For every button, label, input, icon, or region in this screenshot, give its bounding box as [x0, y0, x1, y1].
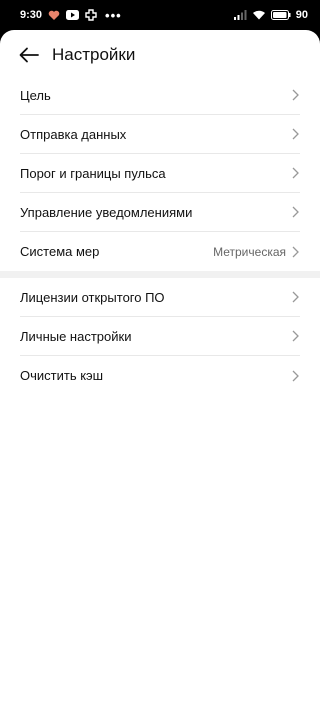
setting-label: Система мер: [20, 244, 100, 259]
chevron-right-icon: [290, 246, 300, 258]
status-left: 9:30 •••: [20, 8, 122, 23]
chevron-right-icon: [290, 128, 300, 140]
setting-label: Очистить кэш: [20, 368, 104, 383]
setting-row-clear-cache[interactable]: Очистить кэш: [20, 356, 300, 395]
status-time: 9:30: [20, 9, 43, 21]
game-icon: [85, 9, 97, 21]
setting-label: Цель: [20, 87, 51, 103]
setting-row-heart-rate-limits[interactable]: Порог и границы пульса: [20, 154, 300, 193]
chevron-right-icon: [290, 89, 300, 101]
status-bar: 9:30 ••• 90: [0, 0, 320, 30]
section-divider: [0, 271, 320, 278]
health-app-icon: [48, 10, 60, 21]
settings-group-other: Лицензии открытого ПО Личные настройки О…: [0, 278, 320, 395]
settings-screen: Настройки Цель Отправка данных Порог и г…: [0, 30, 320, 711]
setting-label: Лицензии открытого ПО: [20, 289, 165, 305]
setting-row-data-sending[interactable]: Отправка данных: [20, 115, 300, 154]
setting-row-units[interactable]: Система мер Метрическая: [20, 232, 300, 271]
back-arrow-icon[interactable]: [18, 44, 40, 66]
chevron-right-icon: [290, 167, 300, 179]
chevron-right-icon: [290, 291, 300, 303]
signal-icon: [233, 10, 247, 20]
settings-group-main: Цель Отправка данных Порог и границы пул…: [0, 76, 320, 271]
setting-label: Личные настройки: [20, 328, 132, 344]
more-notifications-icon: •••: [105, 7, 122, 23]
status-right: 90: [233, 9, 308, 21]
page-title: Настройки: [52, 45, 136, 64]
setting-label: Отправка данных: [20, 126, 127, 142]
chevron-right-icon: [290, 370, 300, 382]
setting-row-open-source-licenses[interactable]: Лицензии открытого ПО: [20, 278, 300, 317]
setting-value: Метрическая: [213, 244, 286, 259]
chevron-right-icon: [290, 330, 300, 342]
setting-label: Порог и границы пульса: [20, 165, 166, 181]
setting-label: Управление уведомлениями: [20, 204, 193, 220]
battery-level: 90: [295, 9, 308, 21]
wifi-icon: [252, 10, 266, 20]
chevron-right-icon: [290, 206, 300, 218]
youtube-icon: [66, 10, 80, 20]
battery-icon: [270, 10, 291, 20]
setting-row-personal-settings[interactable]: Личные настройки: [20, 317, 300, 356]
setting-row-notifications[interactable]: Управление уведомлениями: [20, 193, 300, 232]
header: Настройки: [0, 34, 320, 76]
setting-row-goal[interactable]: Цель: [20, 76, 300, 115]
